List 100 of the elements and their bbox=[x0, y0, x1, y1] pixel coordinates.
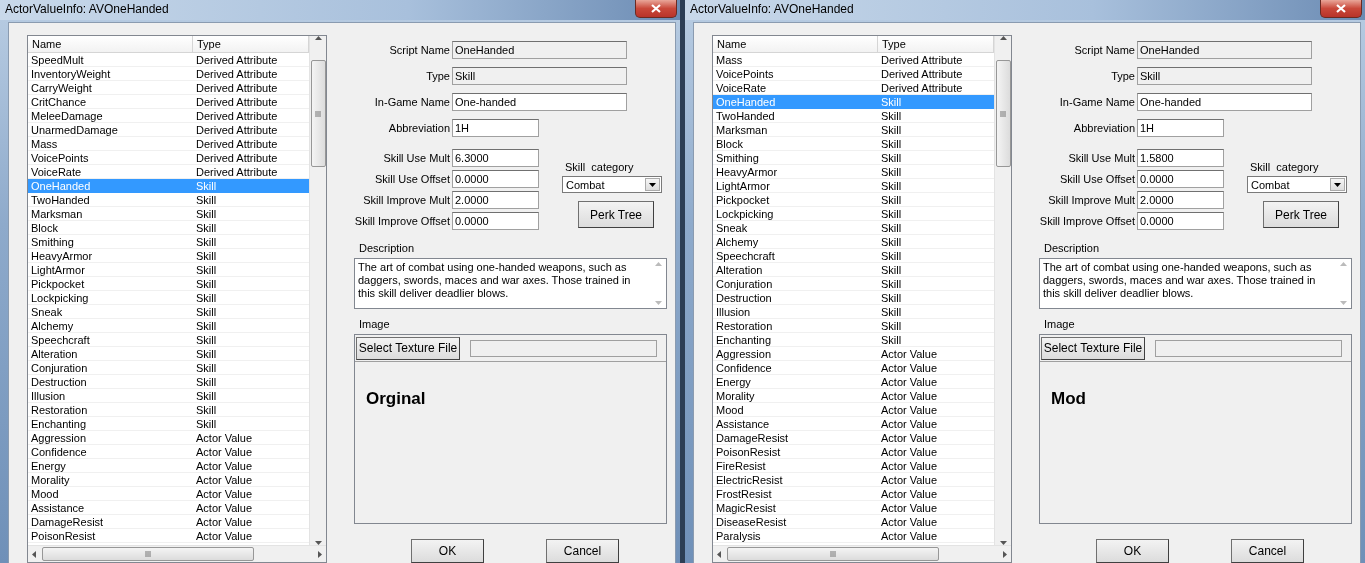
list-row[interactable]: MeleeDamage Derived Attribute bbox=[28, 109, 309, 123]
list-row[interactable]: Alteration Skill bbox=[28, 347, 309, 361]
list-row[interactable]: Mood Actor Value bbox=[28, 487, 309, 501]
list-row[interactable]: Enchanting Skill bbox=[28, 417, 309, 431]
list-row[interactable]: TwoHanded Skill bbox=[28, 193, 309, 207]
dialog-button[interactable]: Cancel bbox=[546, 539, 619, 563]
list-row[interactable]: Illusion Skill bbox=[713, 305, 994, 319]
list-row[interactable]: Alchemy Skill bbox=[713, 235, 994, 249]
list-row[interactable]: FrostResist Actor Value bbox=[713, 487, 994, 501]
list-row[interactable]: PoisonResist Actor Value bbox=[28, 529, 309, 543]
list-row[interactable]: Alteration Skill bbox=[713, 263, 994, 277]
category-dropdown[interactable]: Combat bbox=[1247, 176, 1347, 193]
list-row[interactable]: Alchemy Skill bbox=[28, 319, 309, 333]
list-row[interactable]: Block Skill bbox=[28, 221, 309, 235]
list-row[interactable]: Assistance Actor Value bbox=[713, 417, 994, 431]
perk-tree-button[interactable]: Perk Tree bbox=[578, 201, 654, 228]
vertical-scrollbar[interactable] bbox=[994, 36, 1011, 545]
list-row[interactable]: Morality Actor Value bbox=[713, 389, 994, 403]
list-row[interactable]: CarryWeight Derived Attribute bbox=[28, 81, 309, 95]
list-row[interactable]: Speechcraft Skill bbox=[713, 249, 994, 263]
list-row[interactable]: Lockpicking Skill bbox=[713, 207, 994, 221]
text-field[interactable]: 1H bbox=[452, 119, 539, 137]
list-row[interactable]: DiseaseResist Actor Value bbox=[713, 515, 994, 529]
list-row[interactable]: Mood Actor Value bbox=[713, 403, 994, 417]
list-row[interactable]: Sneak Skill bbox=[28, 305, 309, 319]
close-button[interactable] bbox=[635, 0, 677, 18]
list-row[interactable]: HeavyArmor Skill bbox=[28, 249, 309, 263]
list-row[interactable]: DamageResist Actor Value bbox=[28, 515, 309, 529]
list-row[interactable]: PoisonResist Actor Value bbox=[713, 445, 994, 459]
list-row[interactable]: Destruction Skill bbox=[28, 375, 309, 389]
text-field[interactable]: 1.5800 bbox=[1137, 149, 1224, 167]
text-field[interactable]: One-handed bbox=[452, 93, 627, 111]
list-row[interactable]: Morality Actor Value bbox=[28, 473, 309, 487]
texture-path-field[interactable] bbox=[1155, 339, 1342, 357]
list-row[interactable]: Enchanting Skill bbox=[713, 333, 994, 347]
list-row[interactable]: Restoration Skill bbox=[28, 403, 309, 417]
list-row[interactable]: Smithing Skill bbox=[28, 235, 309, 249]
list-row[interactable]: Aggression Actor Value bbox=[28, 431, 309, 445]
text-field[interactable]: 0.0000 bbox=[1137, 170, 1224, 188]
list-row[interactable]: Destruction Skill bbox=[713, 291, 994, 305]
list-row[interactable]: Aggression Actor Value bbox=[713, 347, 994, 361]
list-row[interactable]: Conjuration Skill bbox=[28, 361, 309, 375]
list-row[interactable]: VoicePoints Derived Attribute bbox=[713, 67, 994, 81]
texture-path-field[interactable] bbox=[470, 339, 657, 357]
list-row[interactable]: Block Skill bbox=[713, 137, 994, 151]
text-field[interactable]: One-handed bbox=[1137, 93, 1312, 111]
list-row[interactable]: Pickpocket Skill bbox=[28, 277, 309, 291]
text-field[interactable]: 6.3000 bbox=[452, 149, 539, 167]
list-row[interactable]: Restoration Skill bbox=[713, 319, 994, 333]
list-row[interactable]: ElectricResist Actor Value bbox=[713, 473, 994, 487]
dialog-button[interactable]: OK bbox=[411, 539, 484, 563]
horizontal-scrollbar[interactable] bbox=[713, 545, 1011, 562]
list-row[interactable]: TwoHanded Skill bbox=[713, 109, 994, 123]
list-row[interactable]: Smithing Skill bbox=[713, 151, 994, 165]
close-button[interactable] bbox=[1320, 0, 1362, 18]
column-header[interactable]: Type bbox=[193, 36, 309, 52]
dialog-button[interactable]: Cancel bbox=[1231, 539, 1304, 563]
list-row[interactable]: InventoryWeight Derived Attribute bbox=[28, 67, 309, 81]
vertical-scrollbar[interactable] bbox=[309, 36, 326, 545]
list-row[interactable]: Mass Derived Attribute bbox=[713, 53, 994, 67]
list-row[interactable]: Confidence Actor Value bbox=[713, 361, 994, 375]
text-field[interactable]: 0.0000 bbox=[452, 212, 539, 230]
text-field[interactable]: 2.0000 bbox=[1137, 191, 1224, 209]
list-row[interactable]: Speechcraft Skill bbox=[28, 333, 309, 347]
dialog-button[interactable]: OK bbox=[1096, 539, 1169, 563]
perk-tree-button[interactable]: Perk Tree bbox=[1263, 201, 1339, 228]
list-row[interactable]: Conjuration Skill bbox=[713, 277, 994, 291]
list-row[interactable]: FireResist Actor Value bbox=[713, 459, 994, 473]
text-field[interactable]: 1H bbox=[1137, 119, 1224, 137]
description-field[interactable]: The art of combat using one-handed weapons, such as daggers, swords, maces and war axes. Those trained in this skill deliver deadlier blows. bbox=[354, 257, 667, 310]
list-row[interactable]: Paralysis Actor Value bbox=[713, 529, 994, 543]
list-row[interactable]: Energy Actor Value bbox=[28, 459, 309, 473]
list-row[interactable]: LightArmor Skill bbox=[713, 179, 994, 193]
list-row[interactable]: Assistance Actor Value bbox=[28, 501, 309, 515]
select-texture-button[interactable]: Select Texture File bbox=[1041, 336, 1145, 360]
list-row[interactable]: Sneak Skill bbox=[713, 221, 994, 235]
horizontal-scrollbar[interactable] bbox=[28, 545, 326, 562]
select-texture-button[interactable]: Select Texture File bbox=[356, 336, 460, 360]
text-field[interactable]: 0.0000 bbox=[452, 170, 539, 188]
text-field[interactable]: 0.0000 bbox=[1137, 212, 1224, 230]
list-row[interactable]: Pickpocket Skill bbox=[713, 193, 994, 207]
list-row[interactable]: Marksman Skill bbox=[713, 123, 994, 137]
column-header[interactable]: Type bbox=[878, 36, 994, 52]
list-row[interactable]: VoicePoints Derived Attribute bbox=[28, 151, 309, 165]
list-row[interactable]: CritChance Derived Attribute bbox=[28, 95, 309, 109]
column-header[interactable]: Name bbox=[28, 36, 193, 52]
column-header[interactable]: Name bbox=[713, 36, 878, 52]
list-row[interactable]: Lockpicking Skill bbox=[28, 291, 309, 305]
list-row[interactable]: Confidence Actor Value bbox=[28, 445, 309, 459]
list-row[interactable]: Illusion Skill bbox=[28, 389, 309, 403]
list-row[interactable]: Energy Actor Value bbox=[713, 375, 994, 389]
category-dropdown[interactable]: Combat bbox=[562, 176, 662, 193]
text-field[interactable]: 2.0000 bbox=[452, 191, 539, 209]
list-row[interactable]: Marksman Skill bbox=[28, 207, 309, 221]
list-row[interactable]: DamageResist Actor Value bbox=[713, 431, 994, 445]
list-row[interactable]: UnarmedDamage Derived Attribute bbox=[28, 123, 309, 137]
list-row[interactable]: SpeedMult Derived Attribute bbox=[28, 53, 309, 67]
list-row[interactable]: Mass Derived Attribute bbox=[28, 137, 309, 151]
list-row[interactable]: LightArmor Skill bbox=[28, 263, 309, 277]
description-field[interactable]: The art of combat using one-handed weapons, such as daggers, swords, maces and war axes. Those trained in this skill deliver deadlier blows. bbox=[1039, 257, 1352, 310]
